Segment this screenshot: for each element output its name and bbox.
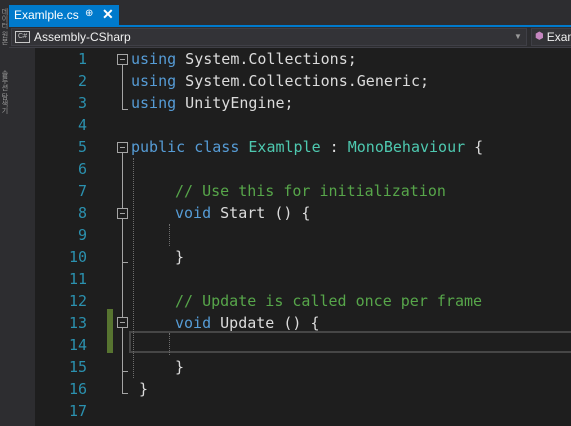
line-number: 17 (68, 402, 87, 420)
solution-explorer-tab[interactable]: 솔루션 탐색기 (0, 70, 9, 114)
tab-title: Examlple.cs (14, 8, 79, 22)
line-number: 1 (77, 50, 87, 68)
collapse-update-icon[interactable] (117, 317, 128, 328)
code-line-7: // Use this for initialization (175, 182, 446, 200)
outline-end (122, 262, 128, 263)
line-number: 8 (77, 204, 87, 222)
line-number: 3 (77, 94, 87, 112)
outline-end (122, 393, 128, 394)
code-line-15: } (175, 358, 185, 376)
line-number: 11 (68, 270, 87, 288)
indent-guide (133, 158, 134, 378)
line-number: 9 (77, 226, 87, 244)
document-tab-bar: Examlple.cs ⊕ ✕ (9, 0, 571, 25)
outline-end (122, 371, 128, 372)
csharp-project-icon: C# (15, 31, 30, 43)
line-number: 5 (77, 138, 87, 156)
code-line-13: void Update () { (175, 314, 320, 332)
code-line-8: void Start () { (175, 204, 311, 222)
changed-lines-indicator (107, 309, 113, 353)
collapse-class-icon[interactable] (117, 142, 128, 153)
member-name: Exam (546, 30, 571, 44)
outline-line (122, 65, 123, 110)
line-number: 12 (68, 292, 87, 310)
line-number: 6 (77, 160, 87, 178)
line-number: 10 (68, 248, 87, 266)
line-number: 2 (77, 72, 87, 90)
left-tool-strip: 데이터 원본 솔루션 탐색기 (0, 0, 9, 426)
code-line-2: using System.Collections.Generic; (131, 72, 430, 90)
line-number: 7 (77, 182, 87, 200)
code-editor[interactable]: 1 2 3 4 5 6 7 8 9 10 11 12 13 14 15 16 1… (9, 48, 571, 426)
outline-end (122, 109, 128, 110)
line-number: 14 (68, 336, 87, 354)
class-member-icon: ⬢ (535, 31, 544, 42)
line-number: 16 (68, 380, 87, 398)
line-number: 4 (77, 116, 87, 134)
data-sources-tab[interactable]: 데이터 원본 (0, 8, 9, 45)
chevron-down-icon[interactable]: ▼ (514, 32, 522, 41)
indent-guide (169, 224, 170, 246)
line-number: 15 (68, 358, 87, 376)
line-number: 13 (68, 314, 87, 332)
project-name: Assembly-CSharp (34, 30, 131, 44)
editor-margin (9, 48, 35, 426)
code-line-12: // Update is called once per frame (175, 292, 483, 310)
current-line-highlight (129, 331, 571, 353)
code-line-1: using System.Collections; (131, 50, 357, 68)
indent-guide (169, 333, 170, 355)
code-line-10: } (175, 248, 185, 266)
code-line-5: public class Examlple : MonoBehaviour { (131, 138, 484, 156)
navigation-bar: C# Assembly-CSharp ▼ ⬢ Exam (9, 27, 571, 48)
code-line-16: } (139, 380, 149, 398)
collapse-using-icon[interactable] (117, 54, 128, 65)
pin-icon[interactable]: ⊕ (85, 8, 93, 19)
member-dropdown[interactable]: ⬢ Exam (531, 28, 571, 46)
close-icon[interactable]: ✕ (102, 6, 114, 23)
document-tab[interactable]: Examlple.cs ⊕ ✕ (9, 5, 119, 25)
outline-line (122, 153, 123, 393)
collapse-start-icon[interactable] (117, 208, 128, 219)
code-line-3: using UnityEngine; (131, 94, 294, 112)
project-dropdown[interactable]: C# Assembly-CSharp (11, 28, 527, 46)
